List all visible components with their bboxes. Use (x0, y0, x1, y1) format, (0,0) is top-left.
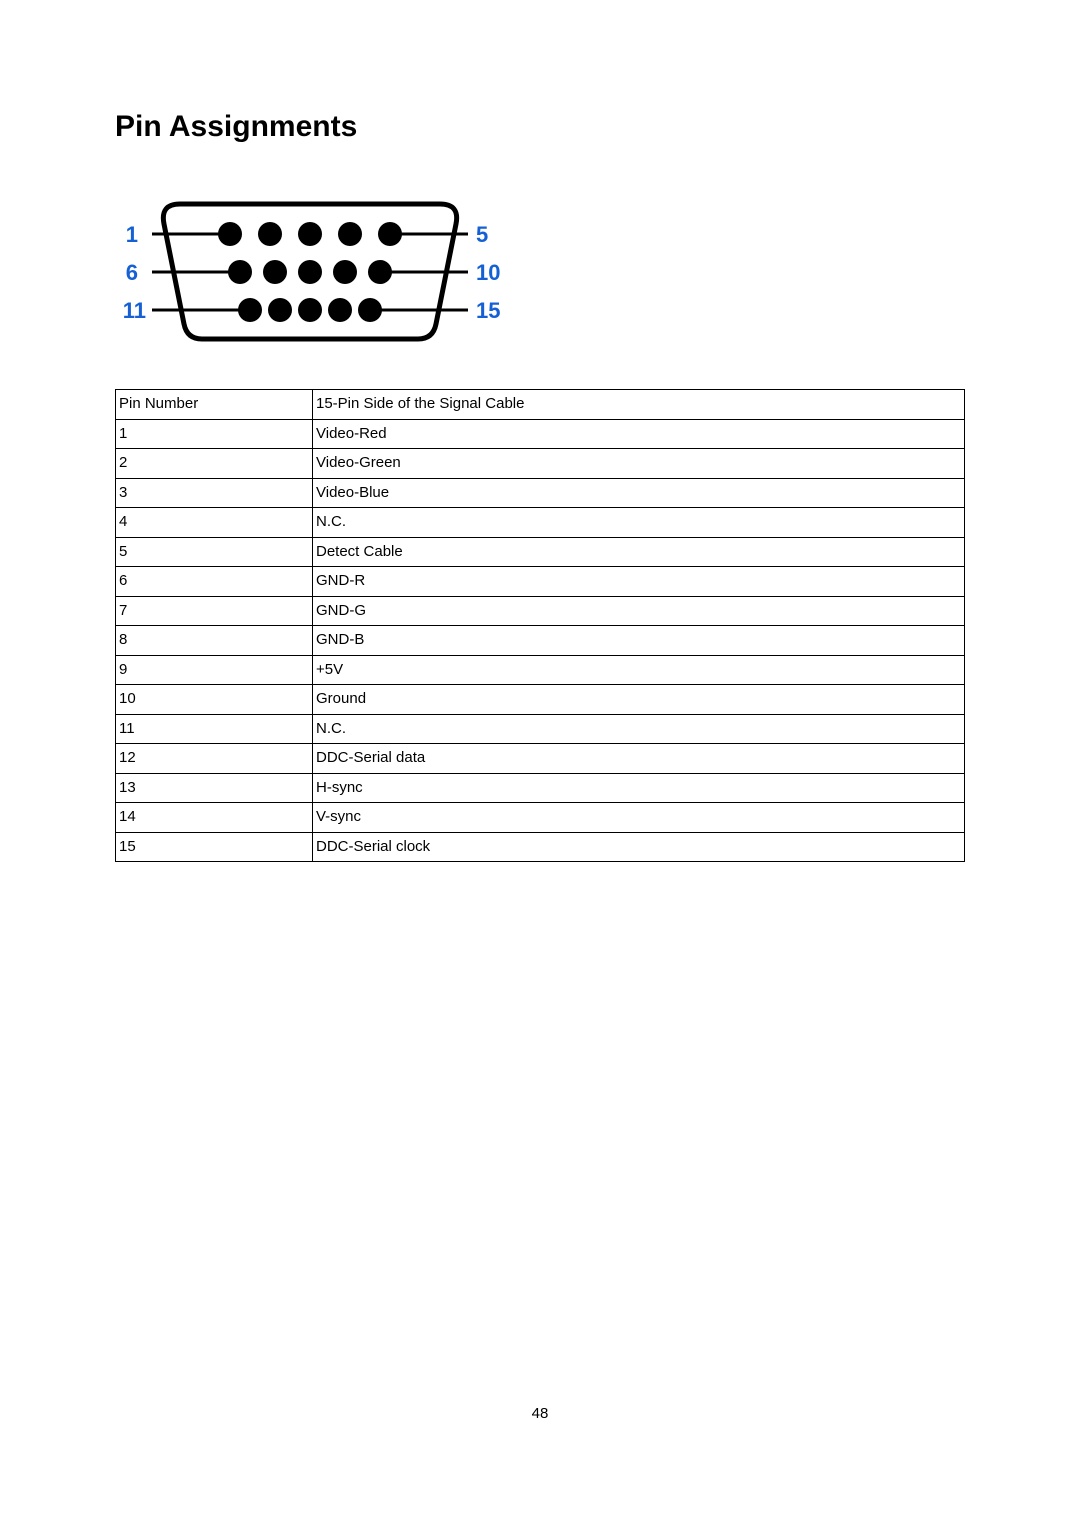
cell-pin-desc: Video-Blue (313, 478, 965, 508)
cell-pin-num: 1 (116, 419, 313, 449)
table-row: 12DDC-Serial data (116, 744, 965, 774)
cell-pin-num: 10 (116, 685, 313, 715)
cell-pin-desc: N.C. (313, 508, 965, 538)
table-row: 2Video-Green (116, 449, 965, 479)
cell-pin-num: 7 (116, 596, 313, 626)
cell-pin-desc: Video-Red (313, 419, 965, 449)
cell-pin-desc: H-sync (313, 773, 965, 803)
cell-pin-desc: DDC-Serial data (313, 744, 965, 774)
cell-pin-num: 5 (116, 537, 313, 567)
pin-label-15: 15 (476, 298, 500, 323)
cell-pin-desc: GND-G (313, 596, 965, 626)
cell-pin-num: 13 (116, 773, 313, 803)
cell-pin-num: 8 (116, 626, 313, 656)
pin-assignment-table: Pin Number 15-Pin Side of the Signal Cab… (115, 389, 965, 862)
cell-pin-num: 4 (116, 508, 313, 538)
pin-label-5: 5 (476, 222, 488, 247)
cell-pin-desc: Detect Cable (313, 537, 965, 567)
table-row: 3Video-Blue (116, 478, 965, 508)
table-header-row: Pin Number 15-Pin Side of the Signal Cab… (116, 390, 965, 420)
cell-pin-num: 11 (116, 714, 313, 744)
table-row: 14V-sync (116, 803, 965, 833)
table-row: 8GND-B (116, 626, 965, 656)
connector-diagram: 1 6 11 5 10 15 (120, 184, 965, 359)
cell-pin-num: 3 (116, 478, 313, 508)
table-row: 4N.C. (116, 508, 965, 538)
page-number: 48 (0, 1405, 1080, 1422)
table-row: 9+5V (116, 655, 965, 685)
table-row: 10Ground (116, 685, 965, 715)
cell-pin-desc: GND-B (313, 626, 965, 656)
cell-pin-desc: DDC-Serial clock (313, 832, 965, 862)
table-row: 13H-sync (116, 773, 965, 803)
cell-pin-desc: +5V (313, 655, 965, 685)
cell-pin-desc: N.C. (313, 714, 965, 744)
table-row: 5Detect Cable (116, 537, 965, 567)
pin-label-6: 6 (126, 260, 138, 285)
pin-label-1: 1 (126, 222, 138, 247)
pin-label-11: 11 (123, 298, 146, 323)
table-row: 6GND-R (116, 567, 965, 597)
pin-label-10: 10 (476, 260, 500, 285)
cell-pin-num: 6 (116, 567, 313, 597)
cell-pin-num: 9 (116, 655, 313, 685)
header-signal: 15-Pin Side of the Signal Cable (313, 390, 965, 420)
cell-pin-desc: V-sync (313, 803, 965, 833)
page-title: Pin Assignments (115, 110, 965, 144)
cell-pin-num: 2 (116, 449, 313, 479)
cell-pin-num: 12 (116, 744, 313, 774)
cell-pin-desc: Ground (313, 685, 965, 715)
cell-pin-desc: Video-Green (313, 449, 965, 479)
table-row: 7GND-G (116, 596, 965, 626)
cell-pin-desc: GND-R (313, 567, 965, 597)
table-row: 11N.C. (116, 714, 965, 744)
table-row: 15DDC-Serial clock (116, 832, 965, 862)
table-row: 1Video-Red (116, 419, 965, 449)
cell-pin-num: 14 (116, 803, 313, 833)
cell-pin-num: 15 (116, 832, 313, 862)
header-pin-number: Pin Number (116, 390, 313, 420)
